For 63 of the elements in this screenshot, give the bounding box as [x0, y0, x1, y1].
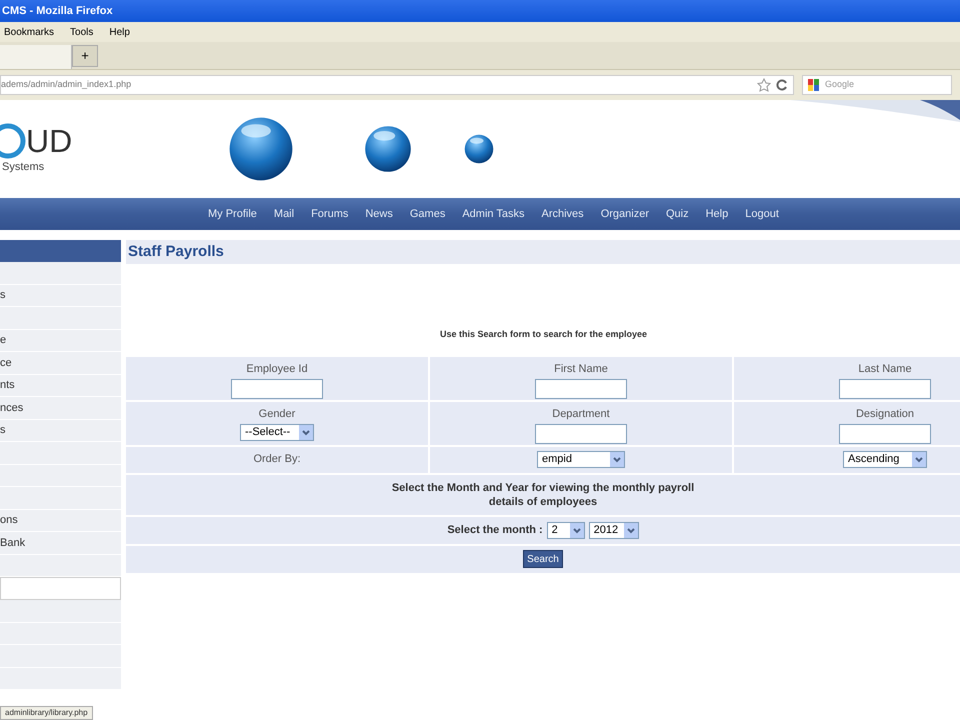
title-bar: CMS - Mozilla Firefox	[0, 0, 960, 22]
text-field[interactable]	[535, 379, 627, 399]
logo-tagline: Systems	[1, 160, 46, 175]
field-label: Designation	[856, 406, 914, 422]
sphere-icon	[228, 116, 294, 182]
nav-link[interactable]: Quiz	[666, 206, 689, 222]
search-engine-icon	[807, 78, 821, 92]
text-field[interactable]	[535, 424, 627, 444]
order-field-select[interactable]: empid	[537, 451, 625, 468]
sidebar-item[interactable]: e	[0, 330, 121, 352]
reload-icon	[775, 78, 789, 92]
text-field[interactable]	[839, 379, 931, 399]
nav-link[interactable]: Logout	[745, 206, 779, 222]
menu-item[interactable]: Tools	[70, 24, 94, 40]
sidebar-item[interactable]: s	[0, 284, 121, 307]
status-bar: adminlibrary/library.php	[0, 706, 93, 720]
address-field[interactable]: adems/admin/admin_index1.php	[0, 75, 794, 95]
search-button[interactable]: Search	[523, 550, 563, 568]
sidebar-input[interactable]	[0, 577, 121, 600]
star-icon	[757, 78, 771, 92]
sidebar-item[interactable]: nts	[0, 374, 121, 397]
nav-link[interactable]: Mail	[274, 206, 294, 222]
corner-swoosh-icon	[790, 100, 960, 122]
sidebar-item[interactable]: s	[0, 420, 121, 442]
month-label: Select the month :	[447, 522, 543, 538]
year-select[interactable]: 2012	[588, 522, 639, 538]
month-note: Select the Month and Year for viewing the monthly payroll details of employees	[390, 480, 696, 508]
month-select[interactable]: 2	[546, 522, 585, 538]
field-label: First Name	[554, 362, 608, 376]
nav-link[interactable]: Admin Tasks	[462, 206, 524, 222]
logo-icon	[0, 122, 26, 159]
text-field[interactable]	[231, 379, 323, 399]
sphere-icon	[364, 125, 412, 173]
sphere-icon	[464, 134, 494, 164]
nav-link[interactable]: Organizer	[600, 206, 649, 222]
order-direction-select[interactable]: Ascending	[843, 451, 927, 468]
browser-tab[interactable]	[0, 45, 72, 69]
field-label: Employee Id	[246, 362, 308, 376]
nav-link[interactable]: Help	[706, 206, 728, 222]
field-label: Last Name	[858, 362, 912, 376]
sidebar-item[interactable]	[0, 262, 121, 284]
new-tab-button[interactable]: +	[72, 45, 98, 67]
menu-item[interactable]: Help	[109, 24, 130, 40]
field-label: Department	[552, 406, 610, 422]
gender-select[interactable]: --Select--	[240, 424, 314, 441]
text-field[interactable]	[839, 424, 931, 444]
nav-link[interactable]: My Profile	[208, 206, 257, 222]
nav-link[interactable]: Games	[410, 206, 446, 222]
nav-link[interactable]: Forums	[311, 206, 348, 222]
sidebar-item[interactable]	[0, 600, 121, 622]
order-by-label: Order By:	[253, 452, 301, 468]
sidebar-item[interactable]: Bank	[0, 532, 121, 554]
sidebar-item[interactable]: nces	[0, 397, 121, 420]
field-label: Gender	[258, 406, 296, 422]
logo-text: UD	[26, 124, 72, 157]
nav-link[interactable]: Archives	[542, 206, 584, 222]
sidebar-item[interactable]: ons	[0, 510, 121, 532]
sidebar-item[interactable]: ce	[0, 352, 121, 374]
menu-item[interactable]: Bookmarks	[4, 24, 54, 40]
intro-text: Use this Search form to search for the employee	[438, 328, 648, 341]
sidebar-item[interactable]	[0, 554, 121, 577]
page-title: Staff Payrolls	[126, 240, 960, 264]
nav-link[interactable]: News	[365, 206, 393, 222]
